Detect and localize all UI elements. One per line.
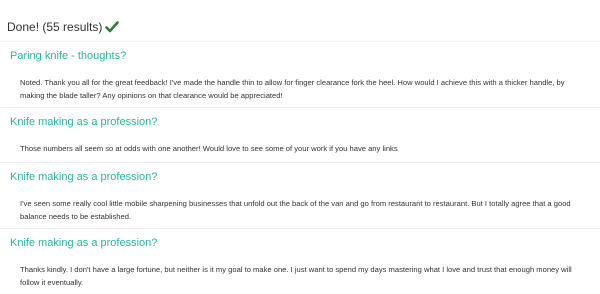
result-title-link[interactable]: Paring knife - thoughts? <box>0 42 600 64</box>
result-item: Knife making as a profession? I've seen … <box>0 162 600 228</box>
result-item: Knife making as a profession? Those numb… <box>0 107 600 162</box>
search-status: Done! (55 results) <box>7 17 120 37</box>
result-item: Paring knife - thoughts? Noted. Thank yo… <box>0 41 600 107</box>
result-snippet: Noted. Thank you all for the great feedb… <box>20 78 565 100</box>
result-title-link[interactable]: Knife making as a profession? <box>0 229 600 251</box>
result-snippet: Thanks kindly. I don't have a large fort… <box>20 265 572 287</box>
result-title-link[interactable]: Knife making as a profession? <box>0 108 600 130</box>
result-title-link[interactable]: Knife making as a profession? <box>0 163 600 185</box>
search-status-text: Done! (55 results) <box>7 20 103 34</box>
result-snippet: I've seen some really cool little mobile… <box>20 199 571 221</box>
checkmark-icon <box>105 20 120 34</box>
search-results-list: Paring knife - thoughts? Noted. Thank yo… <box>0 41 600 294</box>
result-item: Knife making as a profession? Thanks kin… <box>0 228 600 294</box>
result-snippet: Those numbers all seem so at odds with o… <box>20 144 398 153</box>
